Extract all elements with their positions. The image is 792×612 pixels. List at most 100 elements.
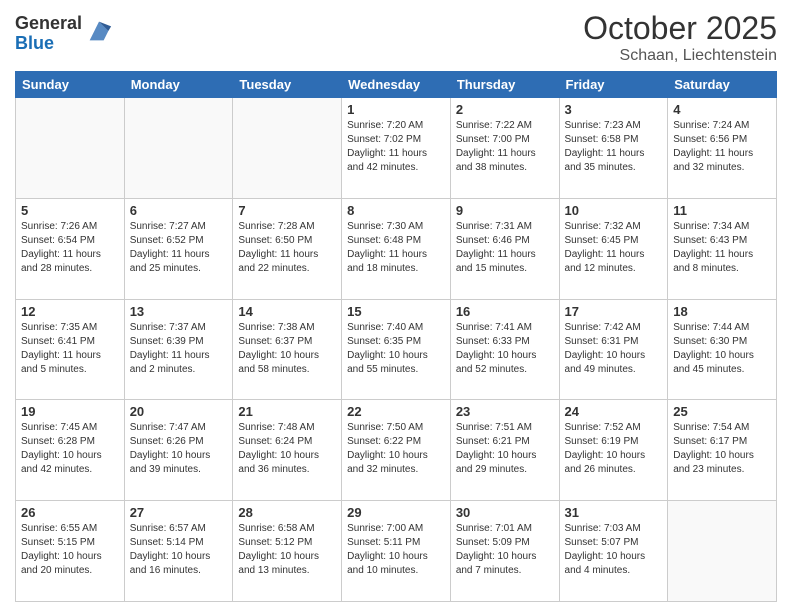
calendar-cell: 4 Sunrise: 7:24 AMSunset: 6:56 PMDaylight… bbox=[668, 98, 777, 199]
day-number: 18 bbox=[673, 304, 771, 319]
weekday-header-monday: Monday bbox=[124, 72, 233, 98]
day-number: 8 bbox=[347, 203, 445, 218]
calendar-cell: 29 Sunrise: 7:00 AMSunset: 5:11 PMDayligh… bbox=[342, 501, 451, 602]
calendar-cell: 15 Sunrise: 7:40 AMSunset: 6:35 PMDayligh… bbox=[342, 299, 451, 400]
calendar-cell bbox=[668, 501, 777, 602]
weekday-header-row: SundayMondayTuesdayWednesdayThursdayFrid… bbox=[16, 72, 777, 98]
weekday-header-sunday: Sunday bbox=[16, 72, 125, 98]
day-info: Sunrise: 7:03 AMSunset: 5:07 PMDaylight:… bbox=[565, 522, 663, 578]
calendar-cell: 21 Sunrise: 7:48 AMSunset: 6:24 PMDayligh… bbox=[233, 400, 342, 501]
calendar-cell: 7 Sunrise: 7:28 AMSunset: 6:50 PMDaylight… bbox=[233, 198, 342, 299]
day-info: Sunrise: 6:55 AMSunset: 5:15 PMDaylight:… bbox=[21, 522, 119, 578]
weekday-header-wednesday: Wednesday bbox=[342, 72, 451, 98]
day-info: Sunrise: 7:37 AMSunset: 6:39 PMDaylight:… bbox=[130, 321, 228, 377]
day-info: Sunrise: 6:58 AMSunset: 5:12 PMDaylight:… bbox=[238, 522, 336, 578]
day-info: Sunrise: 7:26 AMSunset: 6:54 PMDaylight:… bbox=[21, 220, 119, 276]
day-info: Sunrise: 7:52 AMSunset: 6:19 PMDaylight:… bbox=[565, 421, 663, 477]
day-number: 22 bbox=[347, 404, 445, 419]
day-info: Sunrise: 7:38 AMSunset: 6:37 PMDaylight:… bbox=[238, 321, 336, 377]
calendar-cell bbox=[16, 98, 125, 199]
day-info: Sunrise: 7:54 AMSunset: 6:17 PMDaylight:… bbox=[673, 421, 771, 477]
day-number: 1 bbox=[347, 102, 445, 117]
day-number: 28 bbox=[238, 505, 336, 520]
calendar-cell: 2Sunrise: 7:22 AMSunset: 7:00 PMDaylight… bbox=[450, 98, 559, 199]
weekday-header-tuesday: Tuesday bbox=[233, 72, 342, 98]
logo-icon bbox=[85, 17, 113, 45]
week-row-4: 19Sunrise: 7:45 AMSunset: 6:28 PMDayligh… bbox=[16, 400, 777, 501]
day-number: 24 bbox=[565, 404, 663, 419]
header: General Blue October 2025 Schaan, Liecht… bbox=[15, 10, 777, 65]
day-number: 12 bbox=[21, 304, 119, 319]
calendar-cell: 28 Sunrise: 6:58 AMSunset: 5:12 PMDayligh… bbox=[233, 501, 342, 602]
week-row-3: 12 Sunrise: 7:35 AMSunset: 6:41 PMDayligh… bbox=[16, 299, 777, 400]
day-number: 10 bbox=[565, 203, 663, 218]
calendar-table: SundayMondayTuesdayWednesdayThursdayFrid… bbox=[15, 71, 777, 602]
day-number: 17 bbox=[565, 304, 663, 319]
day-number: 3 bbox=[565, 102, 663, 117]
calendar-cell: 22Sunrise: 7:50 AMSunset: 6:22 PMDayligh… bbox=[342, 400, 451, 501]
calendar-cell: 17 Sunrise: 7:42 AMSunset: 6:31 PMDayligh… bbox=[559, 299, 668, 400]
calendar-cell: 25Sunrise: 7:54 AMSunset: 6:17 PMDayligh… bbox=[668, 400, 777, 501]
day-info: Sunrise: 7:32 AMSunset: 6:45 PMDaylight:… bbox=[565, 220, 663, 276]
calendar-cell: 10 Sunrise: 7:32 AMSunset: 6:45 PMDayligh… bbox=[559, 198, 668, 299]
day-number: 6 bbox=[130, 203, 228, 218]
day-info: Sunrise: 7:00 AMSunset: 5:11 PMDaylight:… bbox=[347, 522, 445, 578]
calendar-cell: 19Sunrise: 7:45 AMSunset: 6:28 PMDayligh… bbox=[16, 400, 125, 501]
calendar-cell: 5 Sunrise: 7:26 AMSunset: 6:54 PMDaylight… bbox=[16, 198, 125, 299]
day-info: Sunrise: 7:28 AMSunset: 6:50 PMDaylight:… bbox=[238, 220, 336, 276]
day-number: 31 bbox=[565, 505, 663, 520]
day-number: 4 bbox=[673, 102, 771, 117]
calendar-cell: 13Sunrise: 7:37 AMSunset: 6:39 PMDayligh… bbox=[124, 299, 233, 400]
logo-blue-text: Blue bbox=[15, 34, 82, 54]
day-info: Sunrise: 7:35 AMSunset: 6:41 PMDaylight:… bbox=[21, 321, 119, 377]
day-number: 7 bbox=[238, 203, 336, 218]
calendar-cell: 14 Sunrise: 7:38 AMSunset: 6:37 PMDayligh… bbox=[233, 299, 342, 400]
calendar-cell: 26Sunrise: 6:55 AMSunset: 5:15 PMDayligh… bbox=[16, 501, 125, 602]
weekday-header-saturday: Saturday bbox=[668, 72, 777, 98]
day-number: 29 bbox=[347, 505, 445, 520]
calendar-cell: 27Sunrise: 6:57 AMSunset: 5:14 PMDayligh… bbox=[124, 501, 233, 602]
day-number: 15 bbox=[347, 304, 445, 319]
day-number: 23 bbox=[456, 404, 554, 419]
day-number: 16 bbox=[456, 304, 554, 319]
calendar-cell: 24 Sunrise: 7:52 AMSunset: 6:19 PMDayligh… bbox=[559, 400, 668, 501]
calendar-cell: 6 Sunrise: 7:27 AMSunset: 6:52 PMDaylight… bbox=[124, 198, 233, 299]
logo-general-text: General bbox=[15, 14, 82, 34]
title-block: October 2025 Schaan, Liechtenstein bbox=[583, 10, 777, 65]
day-info: Sunrise: 7:40 AMSunset: 6:35 PMDaylight:… bbox=[347, 321, 445, 377]
day-info: Sunrise: 7:27 AMSunset: 6:52 PMDaylight:… bbox=[130, 220, 228, 276]
day-info: Sunrise: 7:34 AMSunset: 6:43 PMDaylight:… bbox=[673, 220, 771, 276]
week-row-1: 1 Sunrise: 7:20 AMSunset: 7:02 PMDaylight… bbox=[16, 98, 777, 199]
day-info: Sunrise: 7:23 AMSunset: 6:58 PMDaylight:… bbox=[565, 119, 663, 175]
day-info: Sunrise: 7:01 AMSunset: 5:09 PMDaylight:… bbox=[456, 522, 554, 578]
day-number: 9 bbox=[456, 203, 554, 218]
main-title: October 2025 bbox=[583, 10, 777, 47]
day-info: Sunrise: 7:47 AMSunset: 6:26 PMDaylight:… bbox=[130, 421, 228, 477]
calendar-cell: 3 Sunrise: 7:23 AMSunset: 6:58 PMDaylight… bbox=[559, 98, 668, 199]
calendar-cell bbox=[233, 98, 342, 199]
page: General Blue October 2025 Schaan, Liecht… bbox=[0, 0, 792, 612]
calendar-cell: 11Sunrise: 7:34 AMSunset: 6:43 PMDayligh… bbox=[668, 198, 777, 299]
day-info: Sunrise: 7:42 AMSunset: 6:31 PMDaylight:… bbox=[565, 321, 663, 377]
day-number: 14 bbox=[238, 304, 336, 319]
day-info: Sunrise: 7:44 AMSunset: 6:30 PMDaylight:… bbox=[673, 321, 771, 377]
day-info: Sunrise: 6:57 AMSunset: 5:14 PMDaylight:… bbox=[130, 522, 228, 578]
day-info: Sunrise: 7:30 AMSunset: 6:48 PMDaylight:… bbox=[347, 220, 445, 276]
calendar-cell: 20Sunrise: 7:47 AMSunset: 6:26 PMDayligh… bbox=[124, 400, 233, 501]
weekday-header-thursday: Thursday bbox=[450, 72, 559, 98]
day-info: Sunrise: 7:48 AMSunset: 6:24 PMDaylight:… bbox=[238, 421, 336, 477]
calendar-cell: 16 Sunrise: 7:41 AMSunset: 6:33 PMDayligh… bbox=[450, 299, 559, 400]
day-info: Sunrise: 7:41 AMSunset: 6:33 PMDaylight:… bbox=[456, 321, 554, 377]
day-number: 2 bbox=[456, 102, 554, 117]
day-number: 21 bbox=[238, 404, 336, 419]
calendar-cell: 9 Sunrise: 7:31 AMSunset: 6:46 PMDaylight… bbox=[450, 198, 559, 299]
calendar-cell: 8 Sunrise: 7:30 AMSunset: 6:48 PMDaylight… bbox=[342, 198, 451, 299]
day-info: Sunrise: 7:31 AMSunset: 6:46 PMDaylight:… bbox=[456, 220, 554, 276]
calendar-cell: 31 Sunrise: 7:03 AMSunset: 5:07 PMDayligh… bbox=[559, 501, 668, 602]
day-number: 5 bbox=[21, 203, 119, 218]
day-info: Sunrise: 7:24 AMSunset: 6:56 PMDaylight:… bbox=[673, 119, 771, 175]
subtitle: Schaan, Liechtenstein bbox=[583, 47, 777, 65]
day-info: Sunrise: 7:20 AMSunset: 7:02 PMDaylight:… bbox=[347, 119, 445, 175]
week-row-5: 26Sunrise: 6:55 AMSunset: 5:15 PMDayligh… bbox=[16, 501, 777, 602]
logo: General Blue bbox=[15, 14, 113, 54]
